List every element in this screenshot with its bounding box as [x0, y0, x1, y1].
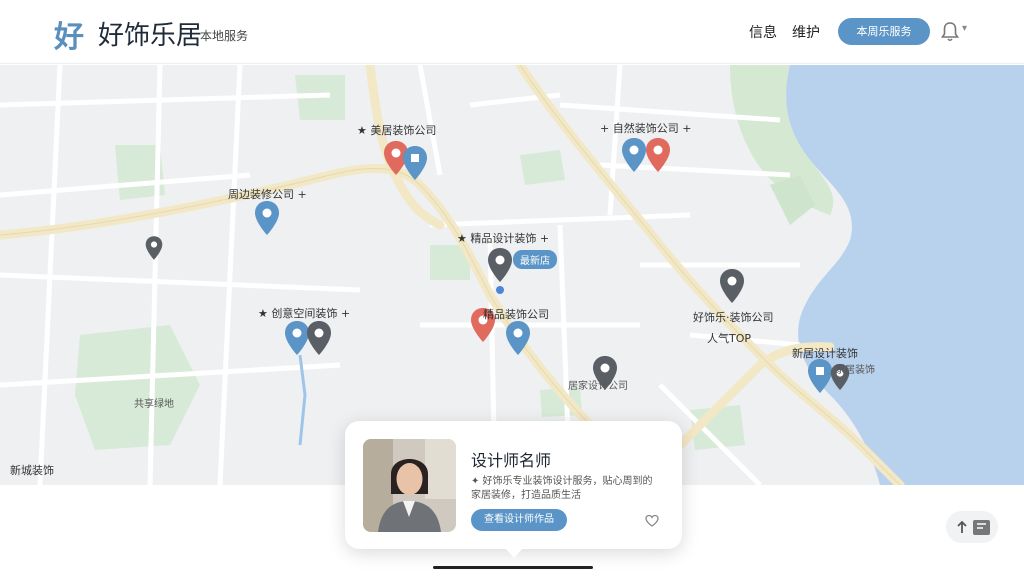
map-label[interactable]: ★ 美居装饰公司: [357, 122, 436, 138]
map-pin-blue[interactable]: [254, 200, 280, 236]
designer-avatar: [363, 439, 456, 532]
card-description: ✦ 好饰乐专业装饰设计服务，贴心周到的家居装修，打造品质生活: [471, 476, 653, 501]
map-pin-blue[interactable]: [505, 320, 531, 356]
map-label: 共享绿地: [134, 399, 174, 410]
nav-maintenance[interactable]: 维护: [792, 22, 820, 42]
map-label[interactable]: + 自然装饰公司 +: [600, 120, 691, 136]
logo-icon[interactable]: 好: [54, 12, 84, 56]
map-pin-blue[interactable]: [402, 145, 428, 181]
map-label[interactable]: ★ 创意空间装饰 +: [258, 305, 350, 321]
map-label[interactable]: 新居设计装饰: [792, 345, 858, 361]
map-pin-gray[interactable]: [306, 320, 332, 356]
map-label[interactable]: 精品装饰公司: [483, 306, 549, 322]
bell-icon[interactable]: [940, 21, 960, 43]
brand-name[interactable]: 好饰乐居: [98, 15, 202, 52]
view-designer-button[interactable]: 查看设计师作品: [471, 509, 567, 531]
share-button[interactable]: [946, 511, 998, 543]
favorite-icon[interactable]: [645, 514, 659, 528]
map-label[interactable]: ★ 精品设计装饰 +: [457, 230, 549, 246]
map-label[interactable]: 人气TOP: [707, 330, 751, 346]
card-title: 设计师名师: [471, 451, 552, 470]
map-pin-blue[interactable]: [621, 137, 647, 173]
map-label[interactable]: 好饰乐·装饰公司: [693, 309, 774, 325]
map-label[interactable]: 家居装饰: [835, 361, 875, 376]
top-navigation-bar: 好 好饰乐居 本地服务 信息 维护 本周乐服务 ▾: [0, 0, 1024, 64]
map-pin-red[interactable]: [645, 137, 671, 173]
brand-subtitle: 本地服务: [200, 29, 249, 43]
map-label[interactable]: 周边装修公司 +: [228, 186, 307, 202]
new-store-tag[interactable]: 最新店: [513, 250, 557, 269]
chevron-down-icon[interactable]: ▾: [962, 23, 967, 34]
map-pin-gray[interactable]: [487, 247, 513, 283]
map-label: 新城装饰: [10, 464, 54, 477]
nav-info[interactable]: 信息: [749, 22, 777, 42]
map-pin-gray[interactable]: [719, 268, 745, 304]
designer-card[interactable]: 设计师名师 ✦ 好饰乐专业装饰设计服务，贴心周到的家居装修，打造品质生活 查看设…: [345, 421, 682, 558]
home-indicator[interactable]: [433, 566, 593, 569]
share-icon: [957, 520, 990, 535]
weekly-service-button[interactable]: 本周乐服务: [838, 18, 930, 45]
map-label[interactable]: 居家设计公司: [568, 377, 628, 392]
map-pin-gray[interactable]: [145, 235, 163, 261]
